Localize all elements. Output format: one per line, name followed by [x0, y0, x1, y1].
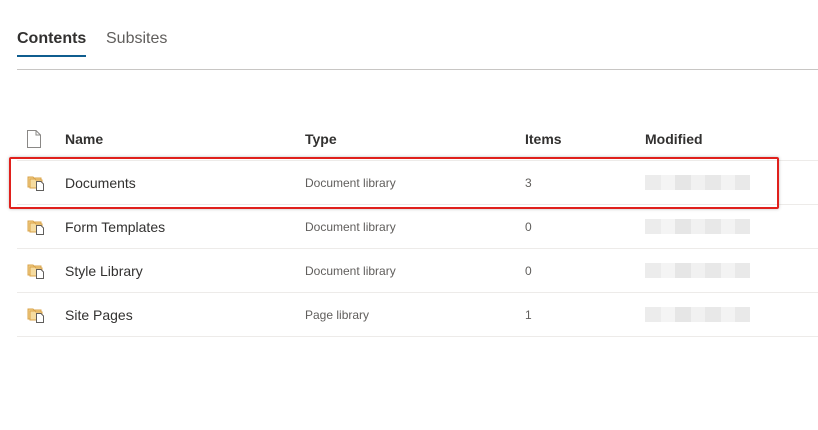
row-items: 0 [525, 219, 532, 234]
library-icon [27, 293, 49, 336]
tab-bar: Contents Subsites [17, 0, 818, 70]
row-type: Document library [305, 175, 396, 190]
row-name-link[interactable]: Style Library [65, 263, 143, 279]
tab-contents[interactable]: Contents [17, 29, 87, 57]
row-type: Document library [305, 263, 396, 278]
row-modified-redacted [645, 205, 750, 248]
table-row[interactable]: Form Templates Document library 0 [17, 205, 818, 249]
row-modified-redacted [645, 293, 750, 336]
contents-table: Name Type Items Modified Documents Docum… [17, 118, 818, 337]
row-name-link[interactable]: Documents [65, 175, 136, 191]
row-type: Document library [305, 219, 396, 234]
header-name[interactable]: Name [65, 118, 103, 160]
header-items[interactable]: Items [525, 118, 562, 160]
library-icon [27, 249, 49, 292]
row-name-link[interactable]: Site Pages [65, 307, 133, 323]
active-tab-indicator [17, 55, 87, 57]
redacted-date [645, 175, 750, 190]
row-name[interactable]: Style Library [65, 249, 143, 292]
table-row[interactable]: Documents Document library 3 [17, 161, 818, 205]
table-row[interactable]: Site Pages Page library 1 [17, 293, 818, 337]
library-icon [27, 205, 49, 248]
row-modified-redacted [645, 161, 750, 204]
document-icon[interactable] [27, 118, 49, 160]
tab-contents-label: Contents [17, 30, 87, 47]
row-name-link[interactable]: Form Templates [65, 219, 165, 235]
row-items: 1 [525, 307, 532, 322]
tab-subsites-label: Subsites [106, 30, 168, 47]
redacted-date [645, 219, 750, 234]
site-contents-page: Contents Subsites Name Type Items Modifi… [0, 0, 818, 430]
row-name[interactable]: Form Templates [65, 205, 165, 248]
table-row[interactable]: Style Library Document library 0 [17, 249, 818, 293]
redacted-date [645, 307, 750, 322]
row-items: 3 [525, 175, 532, 190]
table-header-row: Name Type Items Modified [17, 118, 818, 161]
row-items: 0 [525, 263, 532, 278]
row-name[interactable]: Documents [65, 161, 136, 204]
redacted-date [645, 263, 750, 278]
tab-subsites[interactable]: Subsites [106, 29, 167, 49]
row-type: Page library [305, 307, 370, 322]
library-icon [27, 161, 49, 204]
row-modified-redacted [645, 249, 750, 292]
header-modified[interactable]: Modified [645, 118, 703, 160]
header-type[interactable]: Type [305, 118, 337, 160]
row-name[interactable]: Site Pages [65, 293, 133, 336]
